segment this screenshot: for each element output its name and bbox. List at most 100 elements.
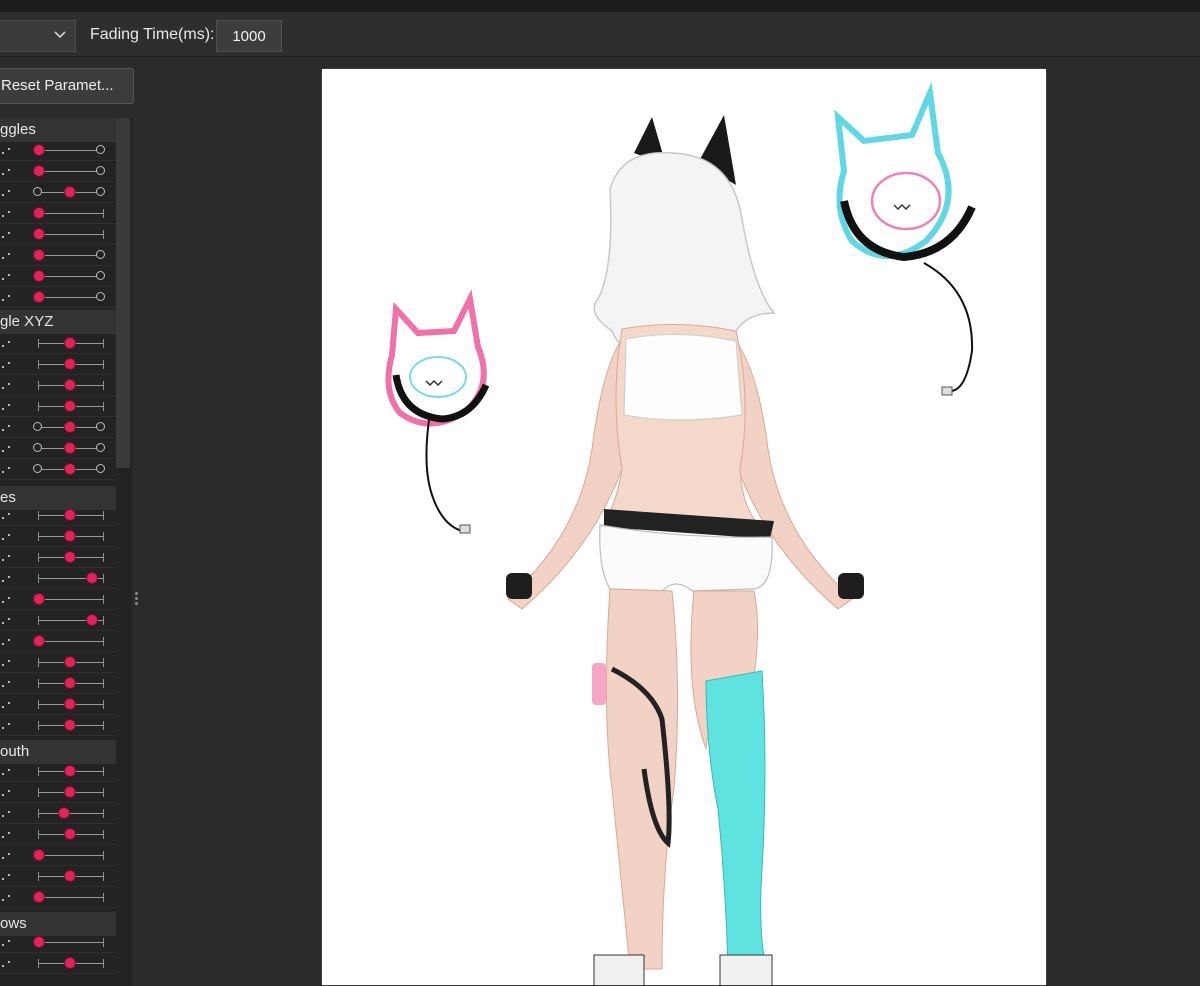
slider-knob[interactable]: [34, 229, 44, 239]
slider-track[interactable]: [38, 942, 104, 943]
param-slider-row[interactable]: [0, 953, 116, 974]
param-slider-row[interactable]: [0, 505, 116, 526]
param-group-header[interactable]: ggles: [0, 118, 116, 142]
slider-track[interactable]: [38, 297, 104, 298]
param-slider-row[interactable]: [0, 224, 116, 245]
slider-knob[interactable]: [65, 422, 75, 432]
slider-knob[interactable]: [65, 531, 75, 541]
slider-track[interactable]: [38, 213, 104, 214]
slider-track[interactable]: [38, 150, 104, 151]
slider-track[interactable]: [38, 171, 104, 172]
slider-knob[interactable]: [34, 208, 44, 218]
param-label-fragment: [2, 450, 4, 452]
slider-knob[interactable]: [65, 699, 75, 709]
slider-knob[interactable]: [65, 338, 75, 348]
param-slider-row[interactable]: [0, 375, 116, 396]
param-slider-row[interactable]: [0, 182, 116, 203]
param-slider-row[interactable]: [0, 866, 116, 887]
param-slider-row[interactable]: [0, 526, 116, 547]
slider-knob[interactable]: [34, 636, 44, 646]
slider-knob[interactable]: [65, 187, 75, 197]
slider-track[interactable]: [38, 641, 104, 642]
param-slider-row[interactable]: [0, 333, 116, 354]
param-slider-row[interactable]: [0, 715, 116, 736]
slider-track[interactable]: [38, 234, 104, 235]
slider-knob[interactable]: [34, 594, 44, 604]
slider-knob[interactable]: [34, 271, 44, 281]
slider-knob[interactable]: [65, 510, 75, 520]
keyform-ring-icon: [96, 271, 105, 280]
param-slider-row[interactable]: [0, 845, 116, 866]
slider-knob[interactable]: [65, 359, 75, 369]
param-slider-row[interactable]: [0, 694, 116, 715]
param-slider-row[interactable]: [0, 932, 116, 953]
slider-knob[interactable]: [34, 250, 44, 260]
param-slider-row[interactable]: [0, 887, 116, 908]
param-slider-row[interactable]: [0, 245, 116, 266]
slider-knob[interactable]: [86, 615, 97, 625]
param-slider-row[interactable]: [0, 203, 116, 224]
param-slider-row[interactable]: [0, 610, 116, 631]
slider-knob[interactable]: [65, 871, 75, 881]
param-slider-row[interactable]: [0, 803, 116, 824]
fading-time-input[interactable]: [216, 20, 282, 52]
param-slider-row[interactable]: [0, 673, 116, 694]
param-slider-row[interactable]: [0, 354, 116, 375]
reset-parameters-button[interactable]: Reset Paramet...: [0, 68, 134, 104]
slider-knob[interactable]: [86, 573, 97, 583]
slider-knob[interactable]: [34, 892, 44, 902]
param-slider-row[interactable]: [0, 568, 116, 589]
slider-knob[interactable]: [65, 678, 75, 688]
slider-knob[interactable]: [34, 166, 44, 176]
param-slider-row[interactable]: [0, 589, 116, 610]
keyform-ring-icon: [33, 443, 42, 452]
slider-track[interactable]: [38, 897, 104, 898]
param-group-header[interactable]: gle XYZ: [0, 310, 116, 334]
param-slider-row[interactable]: [0, 547, 116, 568]
param-slider-row[interactable]: [0, 417, 116, 438]
slider-knob[interactable]: [65, 401, 75, 411]
slider-knob[interactable]: [65, 380, 75, 390]
slider-knob[interactable]: [65, 787, 75, 797]
slider-knob[interactable]: [65, 464, 75, 474]
slider-knob[interactable]: [65, 720, 75, 730]
param-slider-row[interactable]: [0, 459, 116, 480]
slider-track[interactable]: [38, 813, 104, 814]
slider-knob[interactable]: [58, 808, 69, 818]
param-slider-row[interactable]: [0, 652, 116, 673]
slider-knob[interactable]: [65, 443, 75, 453]
slider-knob[interactable]: [65, 657, 75, 667]
param-slider-row[interactable]: [0, 438, 116, 459]
model-canvas[interactable]: [321, 68, 1047, 986]
slider-end-tick: [38, 809, 39, 818]
param-slider-row[interactable]: [0, 782, 116, 803]
param-label-fragment: [2, 173, 4, 175]
slider-knob[interactable]: [65, 552, 75, 562]
param-slider-row[interactable]: [0, 761, 116, 782]
keyform-ring-icon: [33, 422, 42, 431]
param-slider-row[interactable]: [0, 266, 116, 287]
param-label-fragment: [8, 534, 10, 536]
slider-track[interactable]: [38, 599, 104, 600]
param-slider-row[interactable]: [0, 161, 116, 182]
slider-knob[interactable]: [65, 958, 75, 968]
motion-select[interactable]: [0, 20, 76, 52]
slider-track[interactable]: [38, 855, 104, 856]
slider-knob[interactable]: [34, 850, 44, 860]
slider-knob[interactable]: [34, 292, 44, 302]
slider-knob[interactable]: [65, 829, 75, 839]
param-slider-row[interactable]: [0, 287, 116, 308]
param-slider-row[interactable]: [0, 631, 116, 652]
param-slider-row[interactable]: [0, 140, 116, 161]
slider-knob[interactable]: [34, 937, 44, 947]
panel-splitter-handle[interactable]: [133, 590, 139, 610]
panel-scrollbar[interactable]: [116, 118, 130, 468]
slider-knob[interactable]: [34, 145, 44, 155]
slider-track[interactable]: [38, 255, 104, 256]
param-slider-row[interactable]: [0, 824, 116, 845]
slider-track[interactable]: [38, 276, 104, 277]
param-slider-row[interactable]: [0, 396, 116, 417]
param-label-fragment: [8, 618, 10, 620]
slider-knob[interactable]: [65, 766, 75, 776]
param-label-fragment: [8, 660, 10, 662]
